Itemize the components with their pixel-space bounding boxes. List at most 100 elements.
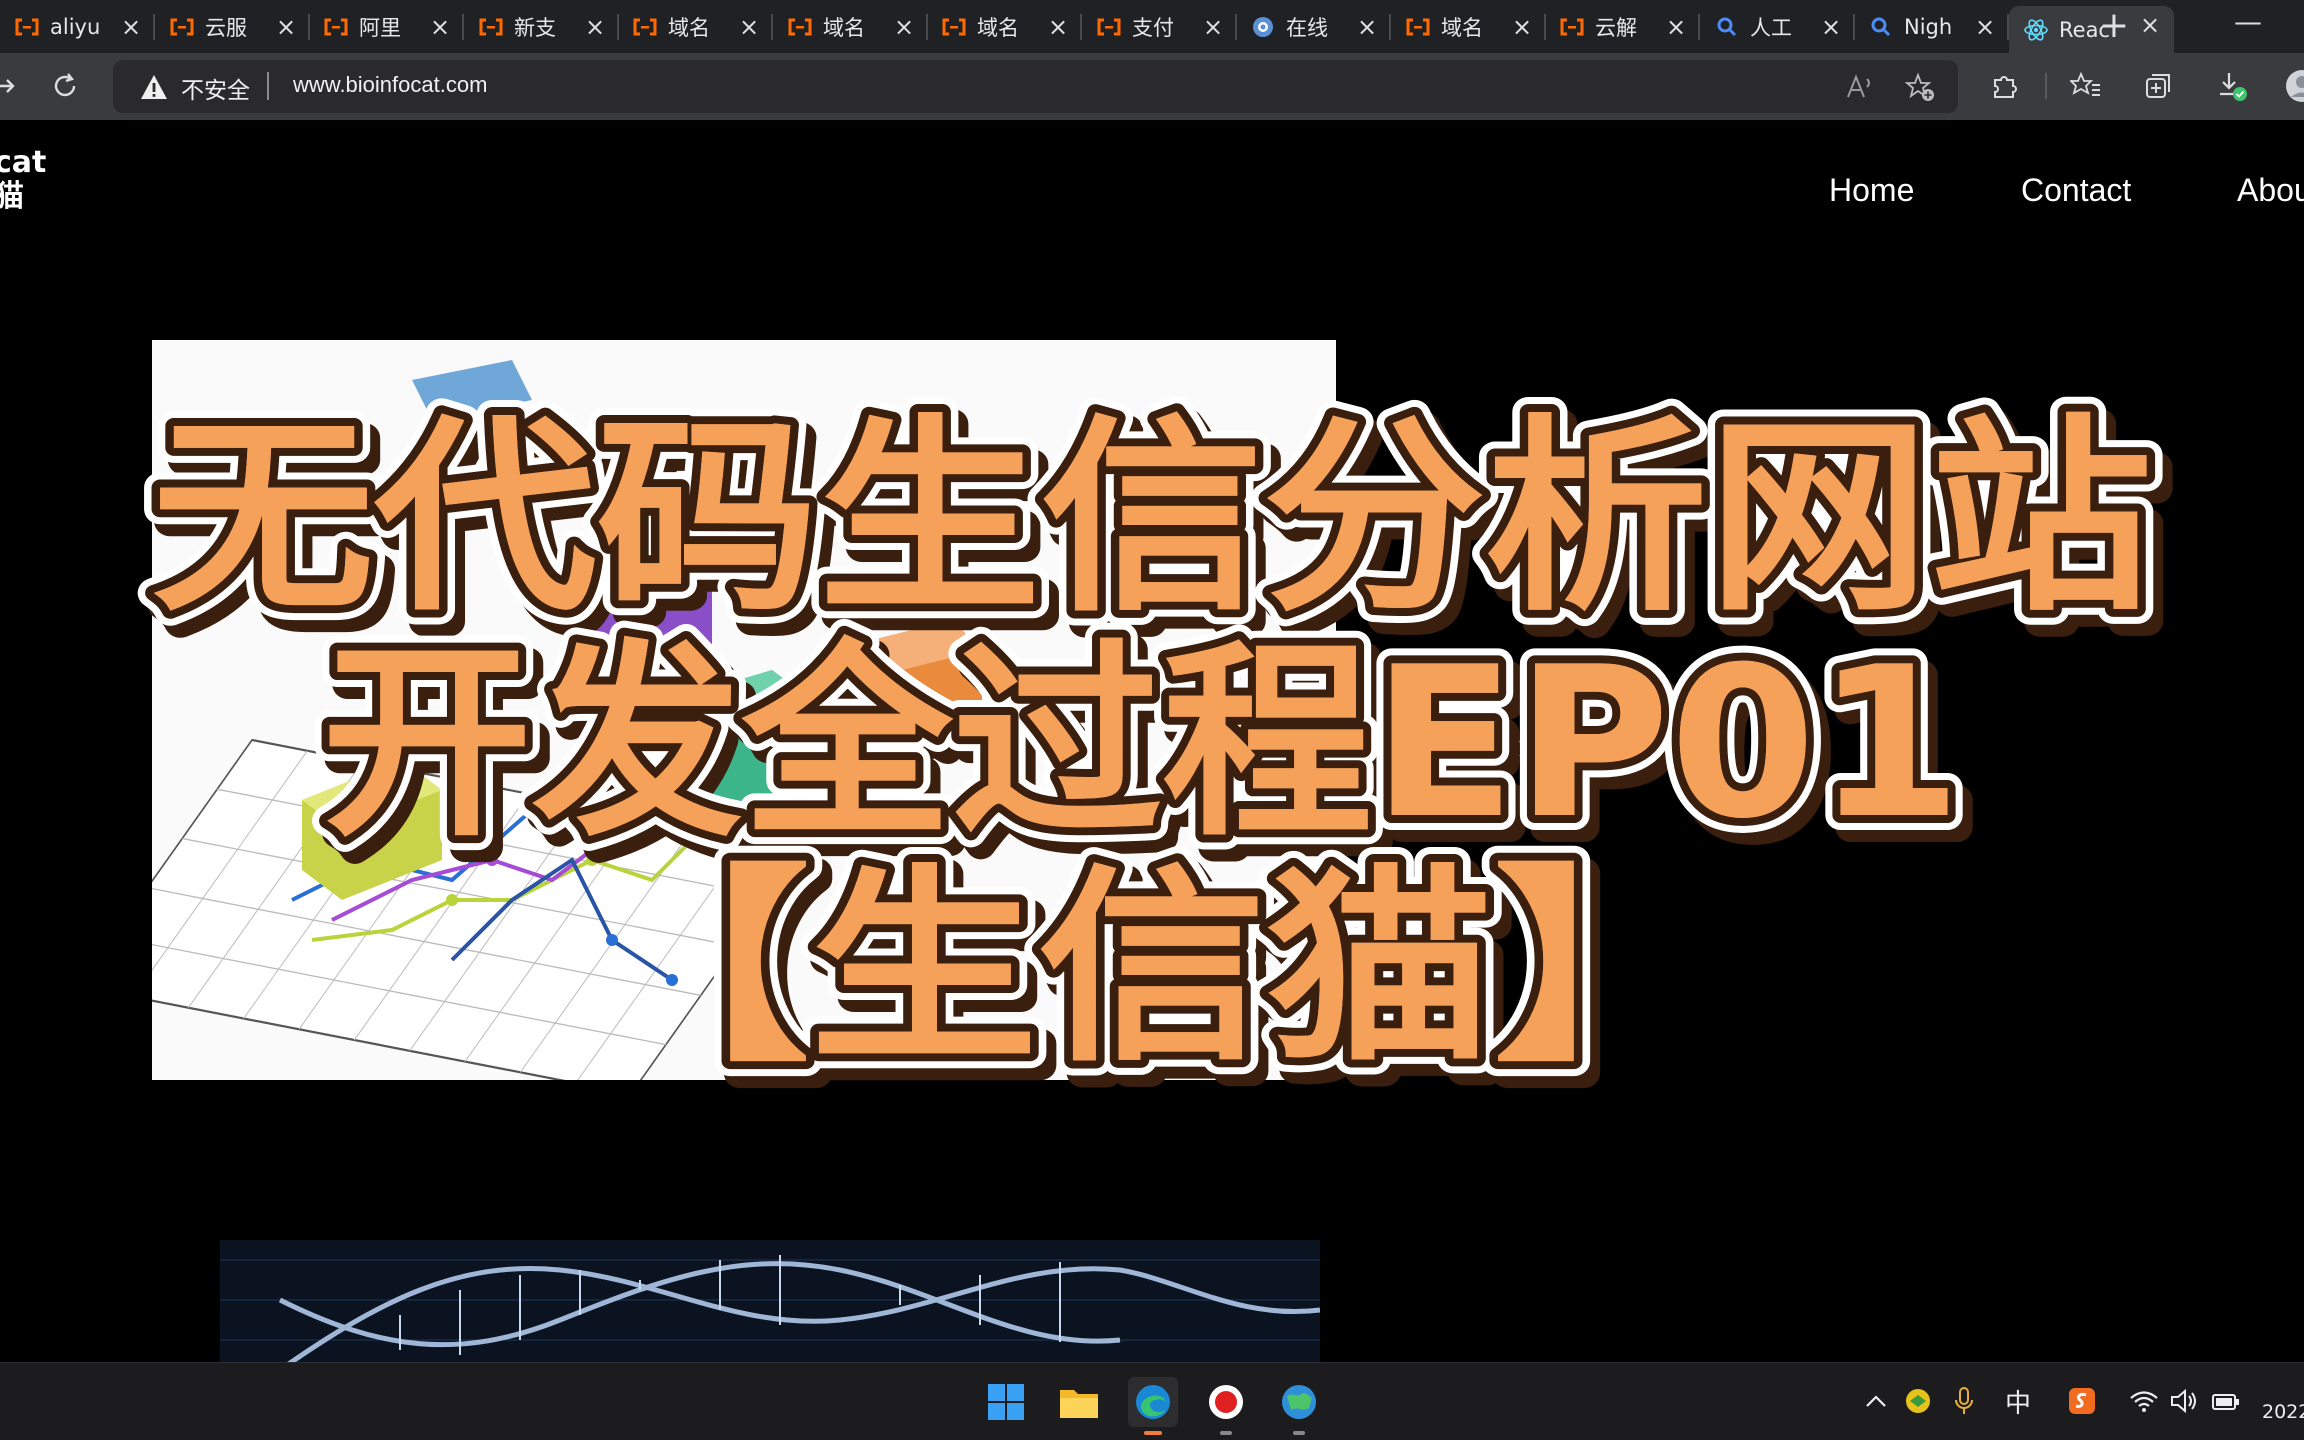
read-aloud-icon	[1847, 74, 1870, 98]
browser-tab[interactable]: aliyu ×	[0, 8, 155, 46]
close-icon[interactable]: ×	[583, 15, 607, 39]
security-status-label[interactable]: 不安全	[181, 71, 250, 105]
extensions-button[interactable]	[1985, 66, 2025, 106]
collections-button[interactable]	[2138, 66, 2178, 106]
running-app-indicator	[1220, 1431, 1232, 1435]
system-clock[interactable]: 2022	[2262, 1401, 2304, 1423]
site-logo[interactable]: cat 猫	[0, 146, 46, 214]
address-bar[interactable]: 不安全 www.bioinfocat.com	[113, 60, 1958, 113]
downloads-button[interactable]	[2212, 66, 2252, 106]
browser-tab[interactable]: 云解 ×	[1545, 8, 1700, 46]
collections-icon	[2146, 74, 2170, 98]
browser-tab[interactable]: 支付 ×	[1082, 8, 1237, 46]
tray-app-button[interactable]	[1902, 1385, 1934, 1417]
tab-title: 域名	[977, 16, 1019, 40]
edge-taskbar-button[interactable]	[1128, 1377, 1178, 1435]
show-hidden-icons-button[interactable]	[1860, 1385, 1892, 1417]
close-icon[interactable]: ×	[2138, 13, 2162, 37]
nav-contact-link[interactable]: Contact	[2021, 172, 2131, 209]
arrow-right-icon	[0, 79, 15, 93]
browser-toolbar: 不安全 www.bioinfocat.com	[0, 53, 2304, 120]
close-icon[interactable]: ×	[1819, 15, 1843, 39]
tab-title: Nigh	[1904, 15, 1953, 39]
read-aloud-button[interactable]	[1843, 70, 1877, 104]
windows-taskbar: 中 2022	[0, 1362, 2304, 1440]
close-icon[interactable]: ×	[1510, 15, 1534, 39]
browser-tab-strip: aliyu × 云服 × 阿里 × 新支 × 域名 × 域名 × 域名 × 支付 × 在线 × 域名 × 云解 × 人工 × N…	[0, 0, 2304, 53]
hero-illustration	[152, 340, 1336, 1080]
close-icon[interactable]: ×	[737, 15, 761, 39]
tab-title: 在线	[1286, 16, 1328, 40]
file-explorer-button[interactable]	[1054, 1377, 1104, 1427]
windows-start-icon	[988, 1384, 1024, 1420]
browser-tab[interactable]: 云服 ×	[155, 8, 310, 46]
tab-title: 云解	[1595, 16, 1637, 40]
new-tab-button[interactable]: +	[2094, 8, 2134, 46]
browser-tab[interactable]: 人工 ×	[1700, 8, 1855, 46]
omnibox-divider	[267, 72, 269, 100]
start-button[interactable]	[981, 1377, 1031, 1427]
browser-tab[interactable]: 域名 ×	[927, 8, 1082, 46]
aliyun-icon	[1096, 14, 1122, 40]
active-app-indicator	[1144, 1431, 1162, 1435]
browser-tab[interactable]: 阿里 ×	[309, 8, 464, 46]
browser-tab[interactable]: 在线 ×	[1236, 8, 1391, 46]
nav-home-link[interactable]: Home	[1829, 172, 1914, 209]
file-explorer-icon	[1060, 1390, 1098, 1418]
close-icon[interactable]: ×	[1664, 15, 1688, 39]
tab-title: 域名	[1441, 16, 1483, 40]
browser-tab[interactable]: 域名 ×	[1391, 8, 1546, 46]
recorder-taskbar-button[interactable]	[1201, 1377, 1251, 1435]
sogou-ime-button[interactable]	[2066, 1385, 2098, 1417]
dna-banner-image	[220, 1240, 1320, 1362]
profile-button[interactable]	[2282, 66, 2304, 106]
tab-title: 新支	[514, 16, 556, 40]
logo-line-1: cat	[0, 145, 47, 180]
hero-caption-text: 以无代...设计	[1480, 728, 1723, 763]
aliyun-icon	[323, 14, 349, 40]
volume-button[interactable]	[2168, 1385, 2200, 1417]
logo-line-2: 猫	[0, 179, 24, 214]
browser-tab[interactable]: Reac ×	[2009, 6, 2174, 53]
chevron-up-icon	[1866, 1395, 1886, 1407]
download-icon	[2220, 73, 2247, 101]
close-icon[interactable]: ×	[428, 15, 452, 39]
microphone-button[interactable]	[1948, 1385, 1980, 1417]
reload-button[interactable]	[45, 66, 85, 106]
browser-tab[interactable]: Nigh ×	[1854, 8, 2009, 46]
battery-icon	[2212, 1394, 2239, 1410]
tab-title: 阿里	[359, 16, 401, 40]
aliyun-icon	[941, 14, 967, 40]
browser-tab[interactable]: 新支 ×	[464, 8, 619, 46]
close-icon[interactable]: ×	[1973, 15, 1997, 39]
close-icon[interactable]: ×	[1201, 15, 1225, 39]
favorites-button[interactable]	[2066, 66, 2106, 106]
close-icon[interactable]: ×	[892, 15, 916, 39]
add-favorite-button[interactable]	[1903, 70, 1937, 104]
browser-tab[interactable]: 域名 ×	[773, 8, 928, 46]
close-icon[interactable]: ×	[1046, 15, 1070, 39]
browser-tab[interactable]: 域名 ×	[618, 8, 773, 46]
tab-title: aliyu	[50, 15, 101, 39]
favorites-icon	[2070, 71, 2100, 96]
forward-button[interactable]	[0, 66, 26, 106]
gear-site-icon	[1250, 14, 1276, 40]
url-text[interactable]: www.bioinfocat.com	[293, 72, 487, 98]
minimize-window-button[interactable]: —	[2228, 8, 2268, 46]
ime-indicator[interactable]: 中	[2002, 1385, 2034, 1419]
battery-button[interactable]	[2210, 1385, 2242, 1417]
aliyun-icon	[478, 14, 504, 40]
close-icon[interactable]: ×	[1355, 15, 1379, 39]
aliyun-icon	[1405, 14, 1431, 40]
close-icon[interactable]: ×	[119, 15, 143, 39]
nav-about-link[interactable]: Abou	[2237, 172, 2304, 209]
globe-taskbar-button[interactable]	[1274, 1377, 1324, 1435]
edge-browser-icon	[1136, 1385, 1170, 1419]
wifi-button[interactable]	[2128, 1385, 2160, 1417]
wifi-icon	[2130, 1391, 2158, 1412]
star-add-icon	[1905, 72, 1934, 101]
microphone-icon	[1955, 1387, 1973, 1414]
close-icon[interactable]: ×	[274, 15, 298, 39]
aliyun-icon	[14, 14, 40, 40]
tab-title: 云服	[205, 16, 247, 40]
